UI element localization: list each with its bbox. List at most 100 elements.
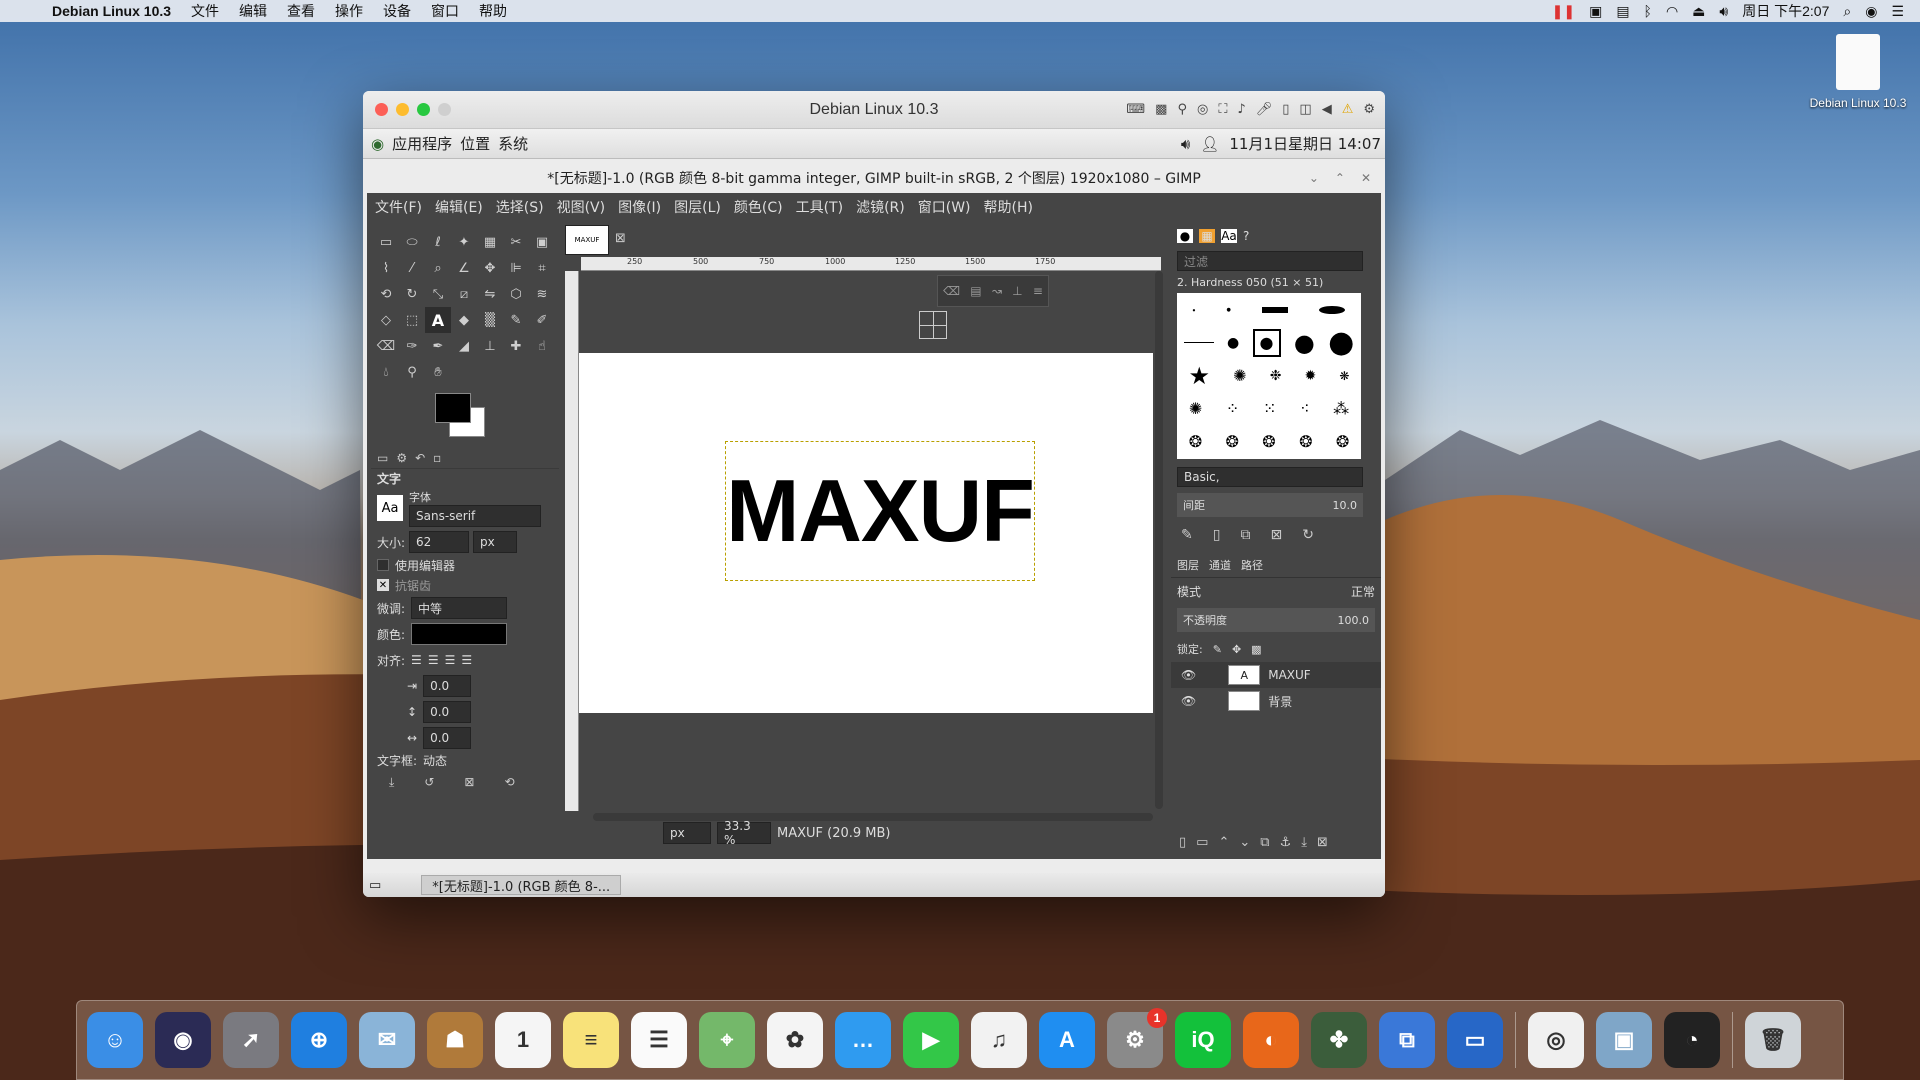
panel-user-icon[interactable]: 👤︎	[1200, 135, 1219, 153]
help-tab-icon[interactable]: ?	[1243, 229, 1249, 243]
usb-icon[interactable]: ⚲	[1177, 102, 1187, 117]
layer-row[interactable]: 👁︎ A MAXUF	[1171, 662, 1381, 688]
mode-select[interactable]: 正常	[1351, 583, 1375, 600]
fuzzy-select-icon[interactable]: ✦	[451, 229, 477, 255]
menu-help[interactable]: 帮助	[479, 1, 507, 21]
monitor-status-icon[interactable]: ▤	[1616, 3, 1629, 20]
delete-options-icon[interactable]: ⊠	[464, 775, 474, 789]
fonts-tab-icon[interactable]: Aa	[1221, 229, 1237, 243]
gimp-menu-edit[interactable]: 编辑(E)	[435, 197, 483, 217]
cd-icon[interactable]: ◎	[1197, 102, 1208, 117]
clone-icon[interactable]: ⊥	[477, 333, 503, 359]
duplicate-brush-icon[interactable]: ⧉	[1240, 527, 1250, 543]
opacity-slider[interactable]: 不透明度 100.0	[1177, 608, 1375, 632]
delete-layer-icon[interactable]: ⊠	[1317, 835, 1328, 850]
reminders-icon[interactable]: ☰	[631, 1012, 687, 1068]
free-select-icon[interactable]: ℓ	[425, 229, 451, 255]
warp-icon[interactable]: ≋	[529, 281, 555, 307]
recorder-icon[interactable]: ◔	[1664, 1012, 1720, 1068]
preview-icon[interactable]: ▣	[1596, 1012, 1652, 1068]
siri-menu-icon[interactable]: ◉	[1865, 3, 1877, 20]
new-layer-icon[interactable]: ▯	[1179, 835, 1186, 850]
menu-devices[interactable]: 设备	[383, 1, 411, 21]
align-icon[interactable]: ⊫	[503, 255, 529, 281]
raise-layer-icon[interactable]: ⌃	[1218, 835, 1229, 850]
justify-center-icon[interactable]: ☰	[445, 653, 456, 667]
messages-icon[interactable]: …	[835, 1012, 891, 1068]
font-style-icon[interactable]: ▤	[970, 284, 981, 298]
images-tab-icon[interactable]: ▫	[433, 451, 441, 465]
firefox-icon[interactable]: ◐	[1243, 1012, 1299, 1068]
restore-options-icon[interactable]: ↺	[424, 775, 434, 789]
camera-icon[interactable]: ◫	[1299, 102, 1311, 117]
hinting-select[interactable]: 中等	[411, 597, 508, 619]
zoom-select[interactable]: 33.3 %	[717, 819, 771, 847]
gimp-menu-colors[interactable]: 颜色(C)	[734, 197, 783, 217]
gimp-menu-tools[interactable]: 工具(T)	[796, 197, 843, 217]
panel-system[interactable]: 系统	[498, 133, 528, 154]
smudge-icon[interactable]: ☝	[529, 333, 555, 359]
blur-icon[interactable]: 💧︎	[373, 359, 399, 385]
notes-icon[interactable]: ≡	[563, 1012, 619, 1068]
move-tool-icon[interactable]: ✥	[477, 255, 503, 281]
photos-icon[interactable]: ✿	[767, 1012, 823, 1068]
tool-options-tab-icon[interactable]: ⚙	[396, 451, 407, 465]
scale-icon[interactable]: ⤡	[425, 281, 451, 307]
storage-icon[interactable]: ▯	[1282, 102, 1289, 117]
shear-icon[interactable]: ⧄	[451, 281, 477, 307]
color-picker-icon[interactable]: ⁄	[399, 255, 425, 281]
menu-app-name[interactable]: Debian Linux 10.3	[52, 3, 171, 19]
ellipse-select-icon[interactable]: ⬭	[399, 229, 425, 255]
maximize-icon[interactable]: ⌃	[1335, 171, 1345, 185]
text-tool-icon[interactable]: A	[425, 307, 451, 333]
box-select[interactable]: 动态	[423, 752, 447, 769]
lock-pixels-icon[interactable]: ✎	[1213, 643, 1222, 656]
vertical-scrollbar[interactable]	[1155, 271, 1163, 809]
preferences-icon[interactable]: ⚙ 1	[1107, 1008, 1167, 1068]
measure-icon[interactable]: ∠	[451, 255, 477, 281]
font-field[interactable]: Sans-serif	[409, 505, 541, 527]
heal-icon[interactable]: ✚	[503, 333, 529, 359]
image-tab[interactable]: MAXUF	[565, 225, 609, 255]
gimp-menu-windows[interactable]: 窗口(W)	[918, 197, 971, 217]
gimp-menu-select[interactable]: 选择(S)	[496, 197, 544, 217]
menu-file[interactable]: 文件	[191, 1, 219, 21]
new-brush-icon[interactable]: ▯	[1213, 527, 1221, 543]
debian-logo-icon[interactable]: ◉	[371, 135, 384, 153]
keyboard-icon[interactable]: ⌨	[1126, 102, 1145, 117]
mail-icon[interactable]: ✉	[359, 1012, 415, 1068]
iqiyi-icon[interactable]: iQ	[1175, 1012, 1231, 1068]
calendar-icon[interactable]: 1	[495, 1012, 551, 1068]
use-editor-checkbox[interactable]	[377, 559, 389, 571]
lock-position-icon[interactable]: ✥	[1232, 643, 1241, 656]
clear-style-icon[interactable]: ⌫	[943, 284, 960, 298]
foreground-color[interactable]	[435, 393, 471, 423]
color-style-icon[interactable]: ≡	[1033, 284, 1043, 298]
scissors-icon[interactable]: ✂	[503, 229, 529, 255]
warning-icon[interactable]: ⚠	[1342, 102, 1354, 117]
notification-center-icon[interactable]: ☰	[1891, 3, 1904, 20]
kerning-icon[interactable]: ↝	[992, 284, 1002, 298]
wifi-icon[interactable]: ◠	[1666, 3, 1678, 20]
facetime-icon[interactable]: ▶	[903, 1012, 959, 1068]
mypaint-icon[interactable]: ◢	[451, 333, 477, 359]
indent-field[interactable]: 0.0	[423, 675, 472, 697]
eject-icon[interactable]: ⏏	[1692, 3, 1705, 20]
menu-window[interactable]: 窗口	[431, 1, 459, 21]
image-tab-close-icon[interactable]: ⊠	[615, 231, 626, 246]
panel-volume-icon[interactable]: 🔊︎	[1181, 135, 1190, 153]
edit-brush-icon[interactable]: ✎	[1181, 527, 1193, 543]
cpu-icon[interactable]: ▩	[1155, 102, 1167, 117]
font-preview-icon[interactable]: Aa	[377, 495, 403, 521]
lower-layer-icon[interactable]: ⌄	[1239, 835, 1250, 850]
back-icon[interactable]: ◀	[1322, 102, 1332, 117]
brush-preset-select[interactable]: Basic,	[1177, 467, 1363, 487]
parallels-status-icon[interactable]: ❚❚	[1552, 3, 1575, 20]
color-select-icon[interactable]: ▦	[477, 229, 503, 255]
panel-clock[interactable]: 11月1日星期日 14:07	[1229, 133, 1381, 154]
size-unit-select[interactable]: px	[473, 531, 518, 553]
taskbar-item[interactable]: *[无标题]-1.0 (RGB 颜色 8-...	[421, 875, 622, 895]
ink-icon[interactable]: ✒	[425, 333, 451, 359]
sound-icon[interactable]: ♪	[1237, 102, 1245, 117]
letter-spacing-field[interactable]: 0.0	[423, 727, 472, 749]
